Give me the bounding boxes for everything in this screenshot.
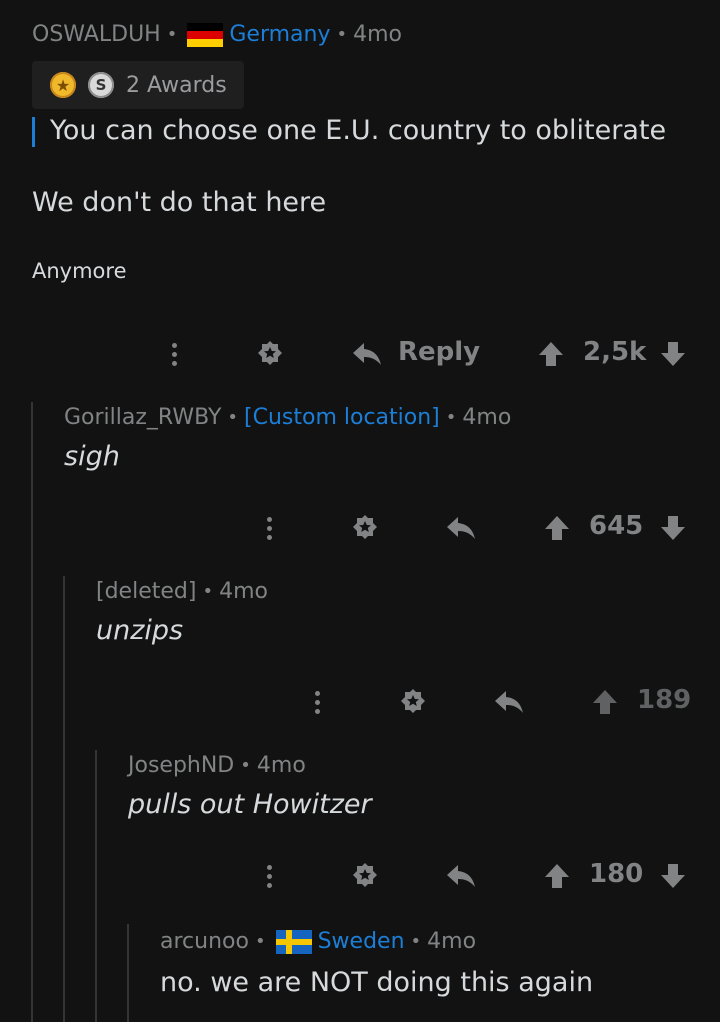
quoted-text: You can choose one E.U. country to oblit… (50, 115, 667, 146)
author-location: [Custom location] (244, 405, 440, 430)
downvote-icon[interactable] (660, 863, 686, 889)
downvote-icon[interactable] (660, 515, 686, 541)
germany-flag-icon (187, 22, 224, 47)
more-options-icon[interactable] (314, 689, 320, 716)
thread-line-level-1 (31, 402, 33, 1022)
author-name: [deleted] (96, 579, 197, 604)
upvote-icon[interactable] (544, 515, 570, 541)
thread-line-level-2 (63, 576, 65, 1022)
reply-icon[interactable] (446, 515, 476, 541)
author-name[interactable]: OSWALDUH (32, 22, 161, 47)
comment-text: unzips (96, 615, 184, 646)
thread-line-level-3 (95, 750, 97, 1022)
upvote-icon[interactable] (544, 863, 570, 889)
gold-award-icon: ★ (50, 72, 76, 98)
comment-age: 4mo (256, 753, 306, 778)
award-icon[interactable] (352, 862, 378, 888)
comment-text: Anymore (32, 259, 127, 283)
score: 180 (589, 859, 644, 889)
sweden-flag-icon (275, 929, 312, 954)
more-options-icon[interactable] (171, 341, 177, 368)
reply-icon[interactable] (494, 689, 524, 715)
reply-icon[interactable] (446, 863, 476, 889)
more-options-icon[interactable] (266, 515, 272, 542)
quote-bar (32, 117, 35, 147)
author-location: Germany (229, 22, 331, 47)
score: 645 (589, 511, 644, 541)
comment-meta: JosephND • 4mo (128, 753, 306, 778)
comment-meta: Gorillaz_RWBY • [Custom location] • 4mo (64, 405, 512, 430)
awards-badge[interactable]: ★ S 2 Awards (32, 61, 244, 109)
comment-age: 4mo (219, 579, 268, 604)
thread-line-level-4 (127, 924, 129, 1022)
downvote-icon[interactable] (660, 341, 686, 367)
reply-button[interactable]: Reply (398, 337, 480, 367)
awards-count: 2 Awards (126, 72, 227, 98)
comment-text: no. we are NOT doing this again (160, 967, 594, 998)
score: 189 (637, 685, 692, 715)
comment-text: sigh (64, 441, 120, 472)
comment-age: 4mo (353, 22, 402, 47)
award-icon[interactable] (257, 340, 283, 366)
author-name[interactable]: arcunoo (160, 929, 249, 954)
more-options-icon[interactable] (266, 863, 272, 890)
author-name[interactable]: Gorillaz_RWBY (64, 405, 221, 430)
upvote-icon[interactable] (592, 689, 618, 715)
comment-text: pulls out Howitzer (128, 789, 372, 820)
author-location: Sweden (317, 929, 405, 954)
award-icon[interactable] (400, 688, 426, 714)
author-name[interactable]: JosephND (128, 753, 234, 778)
silver-award-icon: S (88, 72, 114, 98)
score: 2,5k (583, 337, 647, 367)
upvote-icon[interactable] (538, 341, 564, 367)
comment-meta: OSWALDUH • Germany • 4mo (32, 22, 402, 47)
comment-meta: [deleted] • 4mo (96, 579, 268, 604)
comment-age: 4mo (427, 929, 477, 954)
comment-meta: arcunoo • Sweden • 4mo (160, 929, 477, 954)
award-icon[interactable] (352, 514, 378, 540)
comment-text: We don't do that here (32, 187, 327, 218)
comment-age: 4mo (462, 405, 512, 430)
reply-icon[interactable] (352, 341, 382, 367)
